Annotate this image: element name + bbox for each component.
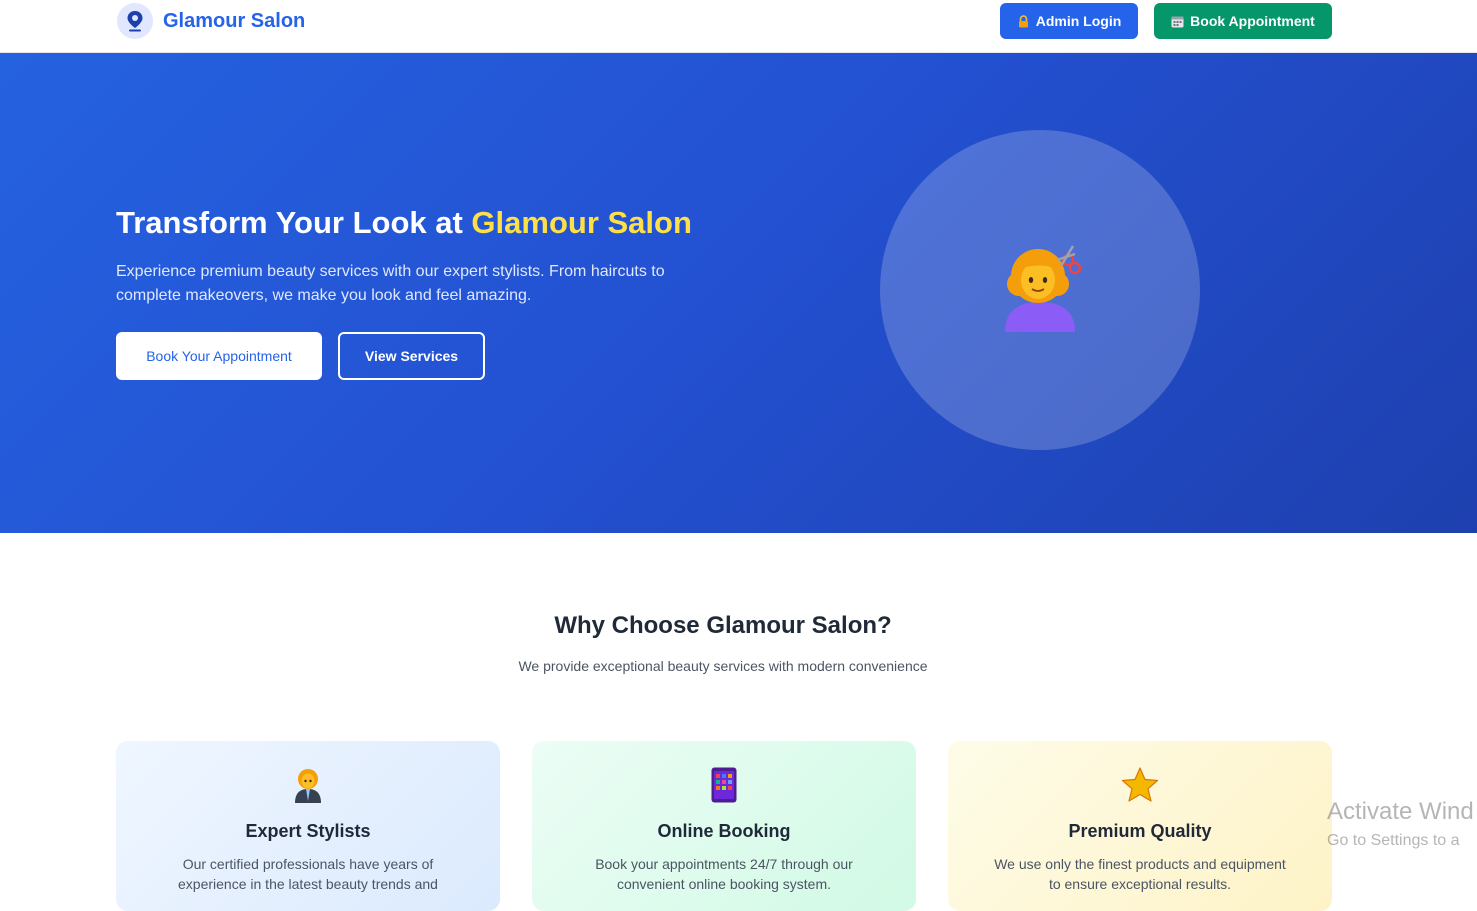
- why-section-subtitle: We provide exceptional beauty services w…: [518, 658, 928, 674]
- star-icon: [948, 767, 1332, 803]
- feature-card-text: Our certified professionals have years o…: [178, 856, 438, 892]
- watermark-title: Activate Wind: [1327, 798, 1474, 825]
- feature-card-title: Expert Stylists: [245, 821, 371, 841]
- why-section-title: Why Choose Glamour Salon?: [554, 612, 892, 639]
- feature-card-title: Online Booking: [657, 821, 791, 841]
- lock-icon: [1017, 14, 1030, 28]
- feature-card-expert-stylists: Expert Stylists Our certified profession…: [116, 741, 500, 911]
- hero-illustration: [880, 130, 1200, 450]
- watermark-subtitle: Go to Settings to a: [1327, 832, 1460, 849]
- brand[interactable]: Glamour Salon: [117, 3, 305, 39]
- mobile-phone-icon: [532, 767, 916, 803]
- woman-getting-haircut-icon: [995, 240, 1085, 341]
- feature-card-text: We use only the finest products and equi…: [994, 856, 1286, 892]
- feature-card-title: Premium Quality: [1068, 821, 1212, 841]
- windows-activation-watermark: Activate Wind Go to Settings to a: [1327, 797, 1474, 854]
- feature-card-text: Book your appointments 24/7 through our …: [595, 856, 853, 892]
- hero-title-prefix: Transform Your Look at: [116, 205, 472, 240]
- book-your-appointment-button[interactable]: Book Your Appointment: [116, 332, 322, 380]
- navbar: Glamour Salon Admin Login Book Appointme…: [0, 0, 1477, 53]
- location-pin-icon: [117, 3, 153, 39]
- book-appointment-button[interactable]: Book Appointment: [1154, 3, 1332, 39]
- feature-card-premium-quality: Premium Quality We use only the finest p…: [948, 741, 1332, 911]
- brand-name: Glamour Salon: [163, 9, 306, 32]
- book-appointment-label: Book Appointment: [1190, 13, 1315, 29]
- hero-description: Experience premium beauty services with …: [116, 263, 665, 304]
- calendar-icon: [1171, 15, 1184, 28]
- feature-card-online-booking: Online Booking Book your appointments 24…: [532, 741, 916, 911]
- hero-section: Transform Your Look at Glamour Salon Exp…: [0, 53, 1477, 533]
- admin-login-button[interactable]: Admin Login: [1000, 3, 1138, 39]
- hero-title: Transform Your Look at Glamour Salon: [116, 205, 692, 241]
- woman-office-worker-icon: [116, 767, 500, 803]
- view-services-button[interactable]: View Services: [338, 332, 485, 380]
- admin-login-label: Admin Login: [1035, 13, 1122, 29]
- hero-title-accent: Glamour Salon: [471, 205, 692, 240]
